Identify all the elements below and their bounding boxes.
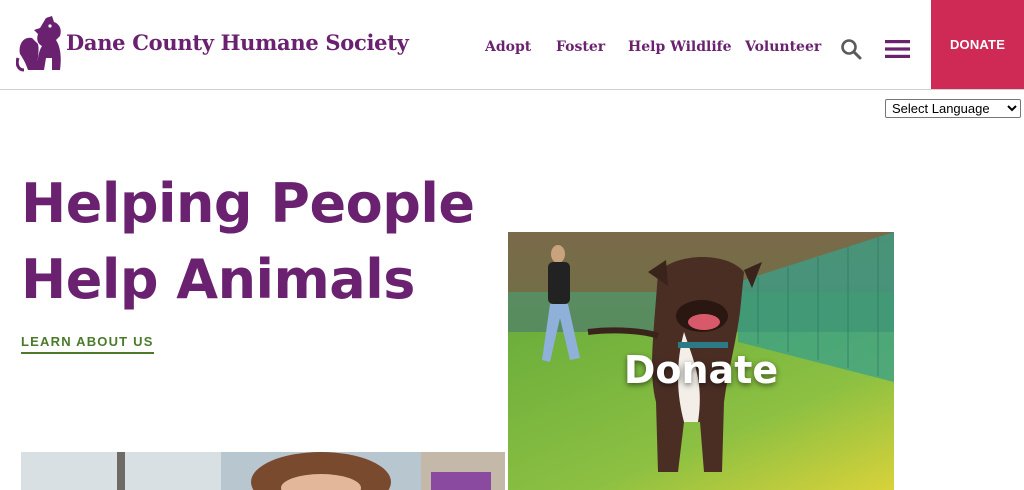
- site-header: Dane County Humane Society Adopt Foster …: [0, 0, 1024, 90]
- donate-card[interactable]: Donate: [508, 232, 894, 490]
- language-select[interactable]: Select Language: [885, 99, 1021, 118]
- nav-help-wildlife[interactable]: Help Wildlife: [628, 39, 732, 55]
- volunteer-photo-image: [21, 452, 505, 490]
- hero-title-line1: Helping People: [21, 172, 475, 235]
- learn-about-us-link[interactable]: LEARN ABOUT US: [21, 334, 154, 354]
- hero-title: Helping People Help Animals: [21, 166, 475, 318]
- volunteer-photo: [21, 452, 505, 490]
- donate-button[interactable]: DONATE: [931, 0, 1024, 89]
- nav-volunteer[interactable]: Volunteer: [745, 39, 821, 55]
- nav-foster[interactable]: Foster: [556, 39, 605, 55]
- search-icon[interactable]: [840, 38, 862, 60]
- org-name[interactable]: Dane County Humane Society: [66, 30, 409, 55]
- donate-card-label[interactable]: Donate: [508, 348, 894, 392]
- dog-cat-logo-icon[interactable]: [16, 14, 66, 72]
- hamburger-menu-icon[interactable]: [885, 38, 910, 60]
- hero-title-line2: Help Animals: [21, 248, 415, 311]
- nav-adopt[interactable]: Adopt: [485, 39, 531, 55]
